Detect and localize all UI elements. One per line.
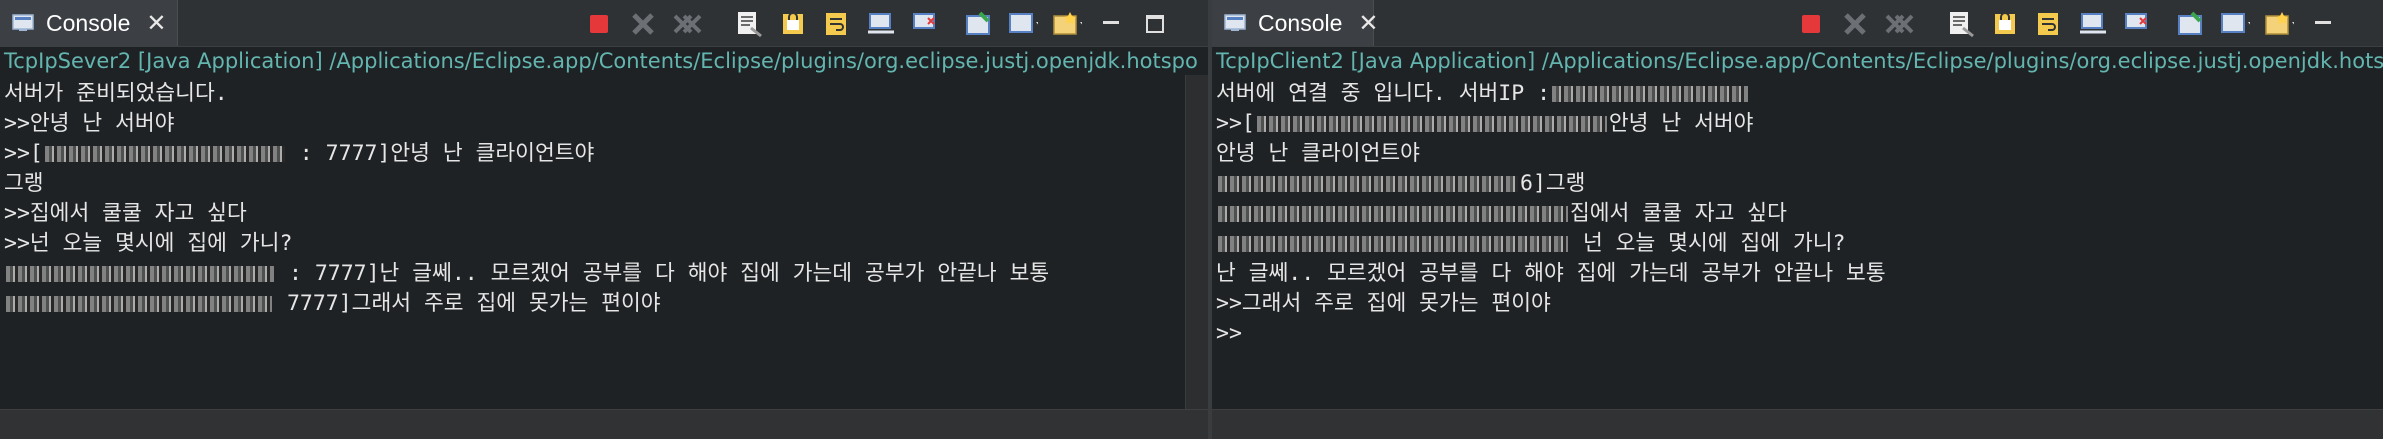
horizontal-scrollbar[interactable] (0, 409, 1208, 439)
console-text: 7777]그래서 주로 집에 못가는 편이야 (274, 291, 661, 316)
console-text: >>집에서 쿨쿨 자고 싶다 (4, 201, 247, 226)
console-icon (1224, 14, 1246, 32)
console-text: >>[ (1216, 111, 1255, 136)
console-tab-right[interactable]: Console ✕ (1212, 0, 1379, 46)
close-icon[interactable]: ✕ (1358, 11, 1378, 35)
pin-console-icon[interactable] (964, 9, 994, 39)
console-text: : 7777]난 글쎄.. 모르겠어 공부를 다 해야 집에 가는데 공부가 안… (276, 261, 1050, 286)
redacted-address (6, 296, 272, 312)
process-description: TcpIpClient2 [Java Application] /Applica… (1216, 49, 2383, 73)
console-output-right[interactable]: 서버에 연결 중 입니다. 서버IP : >>[ 안녕 난 서버야안녕 난 클라이언… (1212, 75, 2383, 411)
console-text: >>[ (4, 141, 43, 166)
console-text: 난 글쎄.. 모르겠어 공부를 다 해야 집에 가는데 공부가 안끝나 보통 (1216, 261, 1886, 286)
redacted-address (1552, 86, 1749, 102)
redacted-address (44, 146, 285, 162)
console-line: : 7777]난 글쎄.. 모르겠어 공부를 다 해야 집에 가는데 공부가 안… (4, 259, 1049, 289)
console-lines: 서버에 연결 중 입니다. 서버IP : >>[ 안녕 난 서버야안녕 난 클라이언… (1216, 79, 1886, 349)
remove-all-terminated-icon[interactable] (1884, 9, 1914, 39)
console-toolbar-left (584, 8, 1184, 40)
minimize-icon[interactable] (2308, 9, 2338, 39)
console-line: 서버에 연결 중 입니다. 서버IP : (1216, 79, 1886, 109)
horizontal-scrollbar[interactable] (1212, 409, 2383, 439)
console-text: >>그래서 주로 집에 못가는 편이야 (1216, 291, 1551, 316)
console-line: >>[ : 7777]안녕 난 클라이언트야 (4, 139, 1049, 169)
console-line: 그랭 (4, 169, 1049, 199)
console-text: >>안녕 난 서버야 (4, 111, 175, 136)
eclipse-window: Console ✕ TcpIpSever2 [Java Application]… (0, 0, 2383, 439)
redacted-address (1218, 206, 1568, 222)
scroll-lock-icon[interactable] (778, 9, 808, 39)
console-line: >>집에서 쿨쿨 자고 싶다 (4, 199, 1049, 229)
display-selected-console-icon[interactable] (2220, 9, 2250, 39)
word-wrap-icon[interactable] (822, 9, 852, 39)
console-text: : 7777]안녕 난 클라이언트야 (286, 141, 595, 166)
console-tabbar-right: Console ✕ (1212, 0, 2383, 47)
console-tabbar-left: Console ✕ (0, 0, 1208, 47)
scroll-lock-icon[interactable] (1990, 9, 2020, 39)
terminate-icon[interactable] (584, 9, 614, 39)
console-view-left: Console ✕ TcpIpSever2 [Java Application]… (0, 0, 1208, 439)
console-line: 집에서 쿨쿨 자고 싶다 (1216, 199, 1886, 229)
terminate-icon[interactable] (1796, 9, 1826, 39)
console-line: 난 글쎄.. 모르겠어 공부를 다 해야 집에 가는데 공부가 안끝나 보통 (1216, 259, 1886, 289)
pin-console-icon[interactable] (2176, 9, 2206, 39)
remove-all-terminated-icon[interactable] (672, 9, 702, 39)
console-text: 안녕 난 서버야 (1608, 111, 1754, 136)
clear-console-icon[interactable] (1946, 9, 1976, 39)
redacted-address (6, 266, 274, 282)
console-text: 그랭 (4, 171, 44, 196)
vertical-scrollbar[interactable] (1185, 75, 1208, 411)
redacted-address (1218, 176, 1518, 192)
show-on-stdout-icon[interactable] (866, 9, 896, 39)
open-console-icon[interactable] (2264, 9, 2294, 39)
console-text: >> (1216, 321, 1242, 346)
show-on-stderr-icon[interactable] (910, 9, 940, 39)
word-wrap-icon[interactable] (2034, 9, 2064, 39)
console-toolbar-right (1796, 8, 2352, 40)
console-view-right: Console ✕ TcpIpClient2 [Java Application… (1212, 0, 2383, 439)
console-text: 넌 오늘 몇시에 집에 가니? (1570, 231, 1846, 256)
show-on-stdout-icon[interactable] (2078, 9, 2108, 39)
console-tab-left[interactable]: Console ✕ (0, 0, 178, 46)
redacted-address (1218, 236, 1568, 252)
console-line: 서버가 준비되었습니다. (4, 79, 1049, 109)
open-console-icon[interactable] (1052, 9, 1082, 39)
clear-console-icon[interactable] (734, 9, 764, 39)
console-line: 넌 오늘 몇시에 집에 가니? (1216, 229, 1886, 259)
console-text: 6]그랭 (1520, 171, 1586, 196)
display-selected-console-icon[interactable] (1008, 9, 1038, 39)
console-line: >>안녕 난 서버야 (4, 109, 1049, 139)
console-line: >>그래서 주로 집에 못가는 편이야 (1216, 289, 1886, 319)
show-on-stderr-icon[interactable] (2122, 9, 2152, 39)
console-output-left[interactable]: 서버가 준비되었습니다. >>안녕 난 서버야 >>[ : 7777]안녕 난 클라… (0, 75, 1208, 411)
console-text: >>넌 오늘 몇시에 집에 가니? (4, 231, 293, 256)
console-text: 서버가 준비되었습니다. (4, 81, 228, 106)
console-text: 안녕 난 클라이언트야 (1216, 141, 1420, 166)
console-text: 집에서 쿨쿨 자고 싶다 (1570, 201, 1787, 226)
console-lines: 서버가 준비되었습니다. >>안녕 난 서버야 >>[ : 7777]안녕 난 클라… (4, 79, 1049, 319)
maximize-icon[interactable] (1140, 9, 1170, 39)
console-line: 7777]그래서 주로 집에 못가는 편이야 (4, 289, 1049, 319)
console-tab-label: Console (1258, 9, 1343, 36)
console-line: 6]그랭 (1216, 169, 1886, 199)
console-line: >>넌 오늘 몇시에 집에 가니? (4, 229, 1049, 259)
console-line: >> (1216, 319, 1886, 349)
remove-launch-icon[interactable] (1840, 9, 1870, 39)
redacted-address (1256, 116, 1607, 132)
process-description: TcpIpSever2 [Java Application] /Applicat… (4, 49, 1198, 73)
close-icon[interactable]: ✕ (146, 11, 166, 35)
minimize-icon[interactable] (1096, 9, 1126, 39)
console-line: 안녕 난 클라이언트야 (1216, 139, 1886, 169)
console-tab-label: Console (46, 9, 131, 36)
console-line: >>[ 안녕 난 서버야 (1216, 109, 1886, 139)
remove-launch-icon[interactable] (628, 9, 658, 39)
console-text: 서버에 연결 중 입니다. 서버IP : (1216, 81, 1551, 106)
console-icon (12, 14, 34, 32)
